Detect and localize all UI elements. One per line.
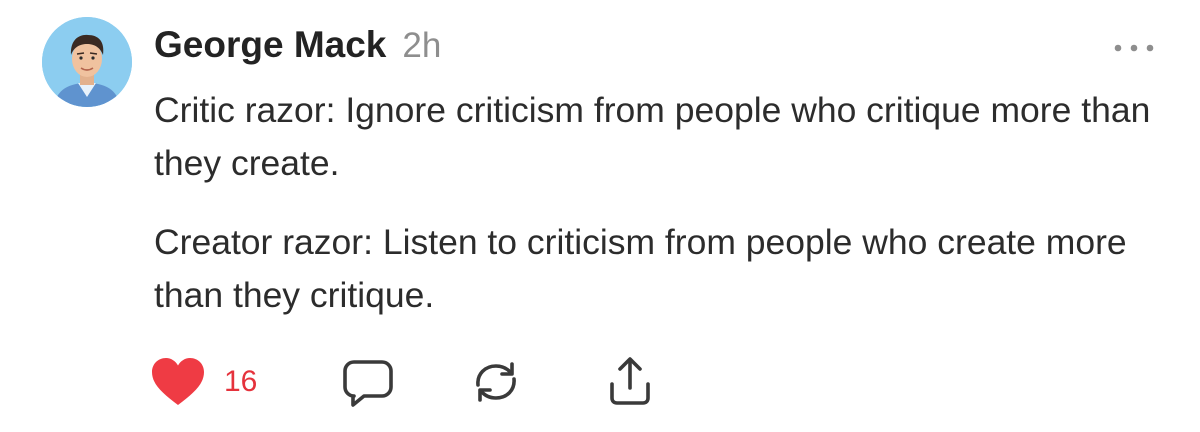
- author-name[interactable]: George Mack: [154, 24, 386, 66]
- reply-button[interactable]: [340, 352, 396, 412]
- like-button[interactable]: 16: [150, 352, 257, 412]
- repost-button[interactable]: [468, 352, 524, 412]
- like-count: 16: [224, 365, 258, 398]
- share-icon: [610, 357, 650, 405]
- more-horizontal-icon: [1114, 44, 1154, 52]
- heart-icon: [152, 358, 204, 405]
- more-options-button[interactable]: [1110, 32, 1158, 64]
- post-time: 2h: [402, 26, 442, 65]
- post-header: George Mack 2h: [154, 24, 441, 72]
- share-button[interactable]: [602, 352, 658, 412]
- avatar-illustration: [42, 17, 132, 107]
- action-bar: 16: [150, 352, 710, 412]
- comment-icon: [343, 360, 393, 407]
- post-card: George Mack 2h Critic razor: Ignore crit…: [0, 0, 1200, 432]
- repost-icon: [476, 362, 516, 402]
- post-paragraph-1: Critic razor: Ignore criticism from peop…: [154, 90, 1151, 183]
- post-paragraph-2: Creator razor: Listen to criticism from …: [154, 222, 1127, 315]
- avatar[interactable]: [42, 17, 132, 107]
